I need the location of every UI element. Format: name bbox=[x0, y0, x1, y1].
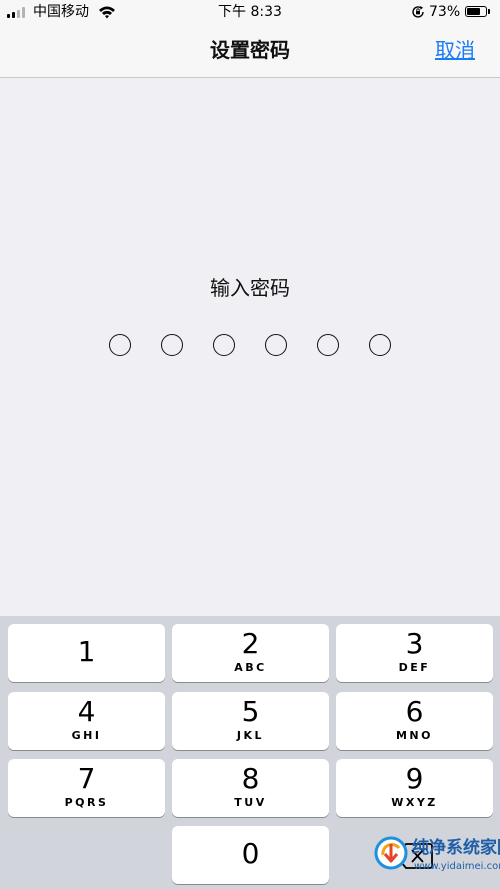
key-digit: 1 bbox=[77, 635, 96, 668]
passcode-prompt: 输入密码 bbox=[210, 276, 290, 300]
key-letters: ABC bbox=[234, 661, 267, 674]
passcode-dot bbox=[265, 334, 287, 356]
key-digit: 8 bbox=[241, 762, 260, 795]
passcode-dot bbox=[213, 334, 235, 356]
key-6[interactable]: 6 MNO bbox=[336, 692, 493, 750]
watermark-logo-icon bbox=[374, 836, 408, 870]
key-2[interactable]: 2 ABC bbox=[172, 624, 329, 682]
key-0[interactable]: 0 bbox=[172, 826, 329, 884]
passcode-dot bbox=[161, 334, 183, 356]
key-letters: PQRS bbox=[64, 796, 109, 809]
status-time: 下午 8:33 bbox=[218, 4, 282, 20]
key-letters: GHI bbox=[71, 729, 102, 742]
watermark-title: 纯净系统家园 bbox=[412, 838, 500, 858]
key-7[interactable]: 7 PQRS bbox=[8, 759, 165, 817]
battery-icon bbox=[465, 6, 490, 17]
key-letters: MNO bbox=[395, 729, 433, 742]
watermark: 纯净系统家园 www.yidaimei.com bbox=[374, 830, 500, 886]
key-digit: 5 bbox=[241, 695, 260, 728]
orientation-lock-icon bbox=[412, 6, 424, 18]
key-digit: 9 bbox=[405, 762, 424, 795]
key-digit: 2 bbox=[241, 627, 260, 660]
passcode-dot bbox=[109, 334, 131, 356]
key-8[interactable]: 8 TUV bbox=[172, 759, 329, 817]
key-letters: DEF bbox=[398, 661, 431, 674]
status-bar: 中国移动 下午 8:33 73% bbox=[0, 0, 500, 24]
key-1[interactable]: 1 bbox=[8, 624, 165, 682]
key-digit: 3 bbox=[405, 627, 424, 660]
page-title: 设置密码 bbox=[210, 38, 290, 62]
key-letters: TUV bbox=[234, 796, 267, 809]
key-digit: 7 bbox=[77, 762, 96, 795]
key-letters: JKL bbox=[236, 729, 265, 742]
key-4[interactable]: 4 GHI bbox=[8, 692, 165, 750]
watermark-url: www.yidaimei.com bbox=[414, 861, 500, 872]
key-digit: 6 bbox=[405, 695, 424, 728]
navigation-bar: 设置密码 取消 bbox=[0, 24, 500, 78]
passcode-dots bbox=[0, 334, 500, 358]
key-9[interactable]: 9 WXYZ bbox=[336, 759, 493, 817]
cancel-button[interactable]: 取消 bbox=[435, 37, 475, 63]
passcode-dot bbox=[369, 334, 391, 356]
key-digit: 4 bbox=[77, 695, 96, 728]
key-letters: WXYZ bbox=[391, 796, 438, 809]
battery-percent: 73% bbox=[429, 4, 461, 20]
key-digit: 0 bbox=[241, 837, 260, 870]
key-5[interactable]: 5 JKL bbox=[172, 692, 329, 750]
empty-key-slot bbox=[8, 826, 165, 884]
key-3[interactable]: 3 DEF bbox=[336, 624, 493, 682]
passcode-dot bbox=[317, 334, 339, 356]
